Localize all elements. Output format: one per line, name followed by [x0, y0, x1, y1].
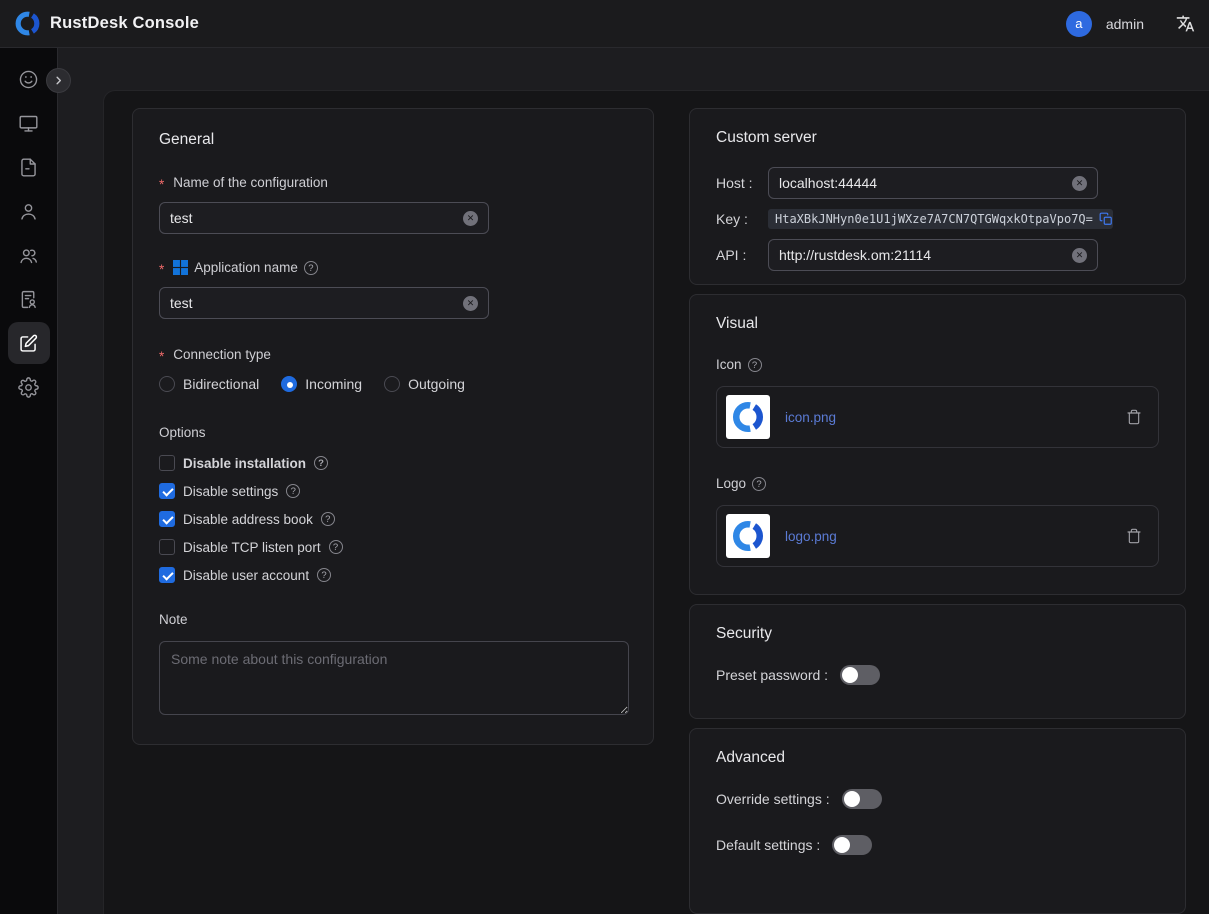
checkbox-disable-tcp-listen-port[interactable]: Disable TCP listen port?: [159, 536, 627, 558]
help-icon[interactable]: ?: [314, 456, 328, 470]
sidebar-collapse-button[interactable]: [46, 68, 71, 93]
icon-label: Icon?: [716, 357, 1159, 372]
security-card: Security Preset password :: [689, 604, 1186, 719]
radio-bidirectional[interactable]: Bidirectional: [159, 376, 259, 392]
sidebar-item-groups[interactable]: [8, 234, 50, 276]
key-label: Key :: [716, 211, 768, 227]
name-input-wrap: ✕: [159, 202, 489, 234]
sidebar-item-settings[interactable]: [8, 366, 50, 408]
sidebar-item-devices[interactable]: [8, 102, 50, 144]
right-column: Custom server Host : ✕ Key : HtaXBkJNHyn…: [689, 108, 1186, 914]
edit-square-icon: [18, 333, 39, 354]
clear-api-icon[interactable]: ✕: [1072, 248, 1087, 263]
help-icon[interactable]: ?: [317, 568, 331, 582]
app-name-input-wrap: ✕: [159, 287, 489, 319]
icon-file-link[interactable]: icon.png: [785, 410, 836, 425]
api-input-wrap: ✕: [768, 239, 1098, 271]
custom-server-title: Custom server: [716, 129, 1159, 147]
username[interactable]: admin: [1106, 16, 1144, 32]
security-title: Security: [716, 625, 1159, 643]
general-title: General: [159, 131, 627, 149]
monitor-icon: [18, 113, 39, 134]
smiley-icon: [18, 69, 39, 90]
api-label: API :: [716, 247, 768, 263]
logo-label: Logo?: [716, 476, 1159, 491]
user-avatar[interactable]: a: [1066, 11, 1092, 37]
sidebar-item-custom-clients[interactable]: [8, 322, 50, 364]
document-icon: [18, 157, 39, 178]
sidebar-item-audit[interactable]: [8, 146, 50, 188]
help-icon[interactable]: ?: [321, 512, 335, 526]
help-icon[interactable]: ?: [329, 540, 343, 554]
options-label: Options: [159, 425, 627, 440]
help-icon[interactable]: ?: [304, 261, 318, 275]
visual-title: Visual: [716, 315, 1159, 333]
host-input-wrap: ✕: [768, 167, 1098, 199]
rustdesk-logo-icon: [14, 10, 41, 37]
users-icon: [18, 245, 39, 266]
logo-thumbnail: [726, 514, 770, 558]
app-name-input[interactable]: [170, 295, 455, 311]
logo-file-link[interactable]: logo.png: [785, 529, 837, 544]
note-textarea[interactable]: [159, 641, 629, 715]
sidebar-item-address-books[interactable]: [8, 278, 50, 320]
app-title: RustDesk Console: [50, 14, 199, 33]
clear-host-icon[interactable]: ✕: [1072, 176, 1087, 191]
radio-incoming[interactable]: Incoming: [281, 376, 362, 392]
default-settings-toggle[interactable]: [832, 835, 872, 855]
options-group: Disable installation? Disable settings? …: [159, 452, 627, 586]
radio-outgoing[interactable]: Outgoing: [384, 376, 465, 392]
preset-password-toggle[interactable]: [840, 665, 880, 685]
logo-file-row: logo.png: [716, 505, 1159, 567]
api-input[interactable]: [779, 247, 1064, 263]
host-label: Host :: [716, 175, 768, 191]
name-input[interactable]: [170, 210, 455, 226]
preset-password-label: Preset password :: [716, 667, 828, 683]
delete-icon-file-trash-icon[interactable]: [1126, 409, 1142, 425]
sidebar: [0, 48, 58, 914]
copy-icon[interactable]: [1099, 212, 1113, 226]
app-name-label: Application name ?: [159, 260, 627, 275]
note-label: Note: [159, 612, 627, 627]
host-input[interactable]: [779, 175, 1064, 191]
checkbox-disable-user-account[interactable]: Disable user account?: [159, 564, 627, 586]
connection-type-group: Bidirectional Incoming Outgoing: [159, 376, 627, 392]
sidebar-item-users[interactable]: [8, 190, 50, 232]
help-icon[interactable]: ?: [286, 484, 300, 498]
name-label: Name of the configuration: [159, 175, 627, 190]
override-settings-label: Override settings :: [716, 791, 830, 807]
icon-file-row: icon.png: [716, 386, 1159, 448]
custom-server-card: Custom server Host : ✕ Key : HtaXBkJNHyn…: [689, 108, 1186, 285]
translate-icon[interactable]: [1176, 14, 1195, 33]
key-value: HtaXBkJNHyn0e1U1jWXze7A7CN7QTGWqxkOtpaVp…: [775, 212, 1093, 226]
help-icon[interactable]: ?: [748, 358, 762, 372]
user-icon: [18, 201, 39, 222]
override-settings-toggle[interactable]: [842, 789, 882, 809]
checkbox-disable-address-book[interactable]: Disable address book?: [159, 508, 627, 530]
windows-icon: [173, 260, 188, 275]
checkbox-disable-installation[interactable]: Disable installation?: [159, 452, 627, 474]
connection-type-label: Connection type: [159, 347, 627, 362]
rustdesk-console-page: RustDesk Console a admin: [0, 0, 1209, 914]
main-content: General Name of the configuration ✕ Appl…: [103, 90, 1209, 914]
help-icon[interactable]: ?: [752, 477, 766, 491]
clear-app-name-icon[interactable]: ✕: [463, 296, 478, 311]
key-value-chip: HtaXBkJNHyn0e1U1jWXze7A7CN7QTGWqxkOtpaVp…: [768, 209, 1113, 229]
clear-name-icon[interactable]: ✕: [463, 211, 478, 226]
top-bar: RustDesk Console a admin: [0, 0, 1209, 48]
gear-icon: [18, 377, 39, 398]
audit-log-icon: [18, 289, 39, 310]
advanced-card: Advanced Override settings : Default set…: [689, 728, 1186, 914]
delete-logo-file-trash-icon[interactable]: [1126, 528, 1142, 544]
icon-thumbnail: [726, 395, 770, 439]
visual-card: Visual Icon? icon.png: [689, 294, 1186, 595]
sidebar-item-dashboard[interactable]: [8, 58, 50, 100]
brand: RustDesk Console: [14, 10, 199, 37]
general-card: General Name of the configuration ✕ Appl…: [132, 108, 654, 745]
checkbox-disable-settings[interactable]: Disable settings?: [159, 480, 627, 502]
advanced-title: Advanced: [716, 749, 1159, 767]
default-settings-label: Default settings :: [716, 837, 820, 853]
